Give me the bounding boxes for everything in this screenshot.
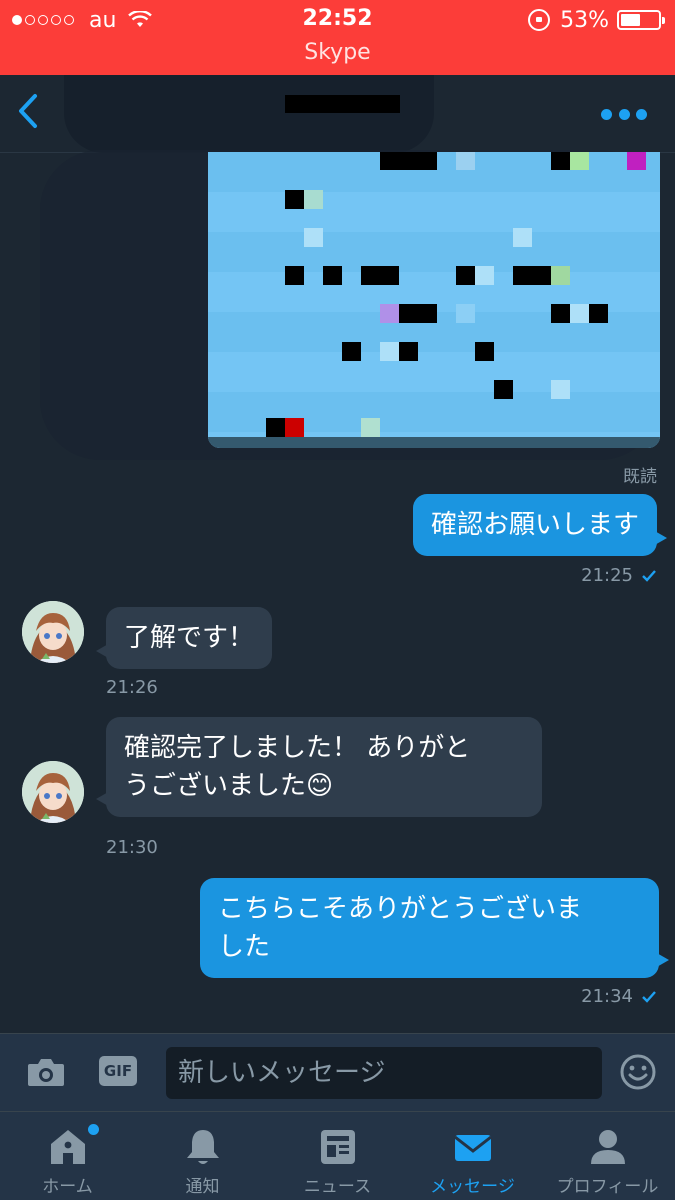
message-text: 了解です！ xyxy=(124,623,255,653)
tab-label: 通知 xyxy=(185,1177,220,1197)
tab-label: プロフィール xyxy=(556,1177,659,1197)
message-timestamp: 21:30 xyxy=(106,837,158,858)
tab-messages[interactable]: メッセージ xyxy=(405,1112,540,1200)
check-icon xyxy=(642,990,656,1003)
status-right: 53% xyxy=(528,7,665,33)
message-text-line: こちらこそありがとうございま xyxy=(218,894,583,924)
message-timestamp: 21:26 xyxy=(106,677,158,698)
avatar-image xyxy=(22,761,84,823)
smiling-emoji: 😊 xyxy=(306,771,334,801)
battery-icon xyxy=(617,10,665,30)
app-banner-label[interactable]: Skype xyxy=(0,40,675,75)
message-text: うございました xyxy=(124,771,307,801)
incoming-message-bubble[interactable]: 了解です！ xyxy=(95,607,273,669)
message-text-line: した xyxy=(218,932,271,962)
status-bar: au 22:52 Skype 53% xyxy=(0,0,675,75)
more-dots-icon xyxy=(618,108,630,120)
message-timestamp: 21:25 xyxy=(581,565,657,586)
timestamp-text: 21:30 xyxy=(106,837,158,858)
timestamp-text: 21:25 xyxy=(581,565,633,586)
chevron-left-icon xyxy=(19,94,37,128)
outgoing-message-bubble[interactable]: こちらこそありがとうございま した xyxy=(200,878,669,978)
profile-icon xyxy=(587,1126,629,1170)
tab-notifications[interactable]: 通知 xyxy=(135,1112,270,1200)
message-text-line: うございました😊 xyxy=(124,767,524,805)
chat-header xyxy=(0,75,675,153)
gif-button[interactable]: GIF xyxy=(99,1056,137,1086)
smiley-icon[interactable] xyxy=(619,1053,657,1091)
contact-avatar[interactable] xyxy=(22,761,84,823)
bell-icon xyxy=(182,1126,224,1170)
back-button[interactable] xyxy=(8,89,48,133)
avatar-image xyxy=(22,601,84,663)
battery-percent: 53% xyxy=(560,7,609,33)
contact-avatar[interactable] xyxy=(22,601,84,663)
tab-home[interactable]: ホーム xyxy=(0,1112,135,1200)
image-message[interactable] xyxy=(208,152,660,448)
redacted-contact-name xyxy=(64,75,434,153)
battery-level xyxy=(621,14,641,26)
outgoing-message-bubble[interactable]: 確認お願いします xyxy=(412,494,668,556)
tab-news[interactable]: ニュース xyxy=(270,1112,405,1200)
timestamp-text: 21:26 xyxy=(106,677,158,698)
check-icon xyxy=(642,569,656,582)
news-icon xyxy=(317,1126,359,1170)
read-receipt-label: 既読 xyxy=(623,467,657,487)
notification-dot xyxy=(87,1124,99,1135)
tab-label: ホーム xyxy=(42,1177,93,1197)
more-dots-icon xyxy=(601,108,612,120)
incoming-message-bubble[interactable]: 確認完了しました！ ありがと うございました😊 xyxy=(96,717,542,817)
camera-icon[interactable] xyxy=(26,1056,66,1088)
more-options-button[interactable] xyxy=(601,99,647,129)
envelope-icon xyxy=(452,1126,494,1170)
tab-bar: ホーム 通知 ニュース メッセージ プロフィール xyxy=(0,1111,675,1200)
message-input[interactable] xyxy=(166,1047,602,1099)
tab-label: メッセージ xyxy=(430,1177,515,1197)
home-icon xyxy=(47,1124,99,1170)
redaction-bar xyxy=(285,95,400,113)
message-text-line: 確認完了しました！ ありがと xyxy=(124,733,471,763)
message-text: 確認お願いします xyxy=(430,510,639,540)
message-composer: GIF xyxy=(0,1033,675,1111)
redacted-image xyxy=(208,152,660,448)
tab-label: ニュース xyxy=(303,1177,372,1197)
tab-profile[interactable]: プロフィール xyxy=(540,1112,675,1200)
rotation-lock-icon xyxy=(528,9,551,31)
timestamp-text: 21:34 xyxy=(581,986,633,1007)
more-dots-icon xyxy=(636,108,647,120)
message-timestamp: 21:34 xyxy=(581,986,657,1007)
